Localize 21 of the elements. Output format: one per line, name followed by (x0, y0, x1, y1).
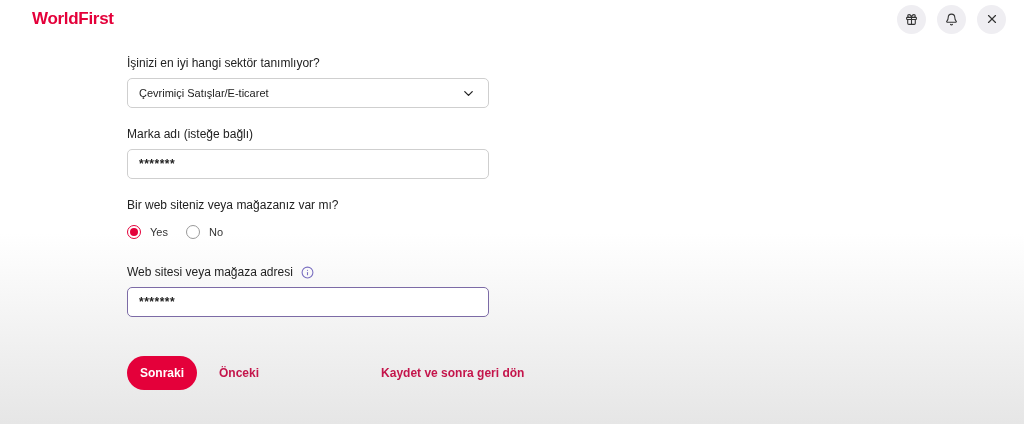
worldfirst-logo: WorldFirst (32, 9, 114, 29)
gift-icon (905, 12, 918, 26)
gift-button[interactable] (897, 4, 926, 34)
field-label: Web sitesi veya mağaza adresi (127, 265, 293, 279)
input-field[interactable]: ******* (127, 149, 489, 179)
radio-label: No (208, 226, 223, 238)
radio-label: Yes (150, 226, 168, 238)
radio-button[interactable] (185, 225, 200, 239)
input-field[interactable]: ******* (127, 287, 489, 317)
radio-button[interactable] (127, 225, 141, 239)
info-icon[interactable] (300, 265, 314, 279)
save-link[interactable]: Kaydet ve sonra geri dön (381, 366, 525, 380)
back-link[interactable]: Önceki (219, 366, 260, 380)
field-label: Marka adı (isteğe bağlı) (127, 127, 254, 141)
field-label: İşinizi en iyi hangi sektör tanımlıyor? (127, 56, 320, 70)
field-label: Bir web siteniz veya mağazanız var mı? (127, 198, 339, 212)
sector-select[interactable]: Çevrimiçi Satışlar/E-ticaret (127, 78, 489, 108)
next-button[interactable]: Sonraki (127, 356, 197, 390)
bell-icon (945, 12, 958, 26)
close-button[interactable] (977, 4, 1006, 34)
notification-button[interactable] (937, 4, 966, 34)
